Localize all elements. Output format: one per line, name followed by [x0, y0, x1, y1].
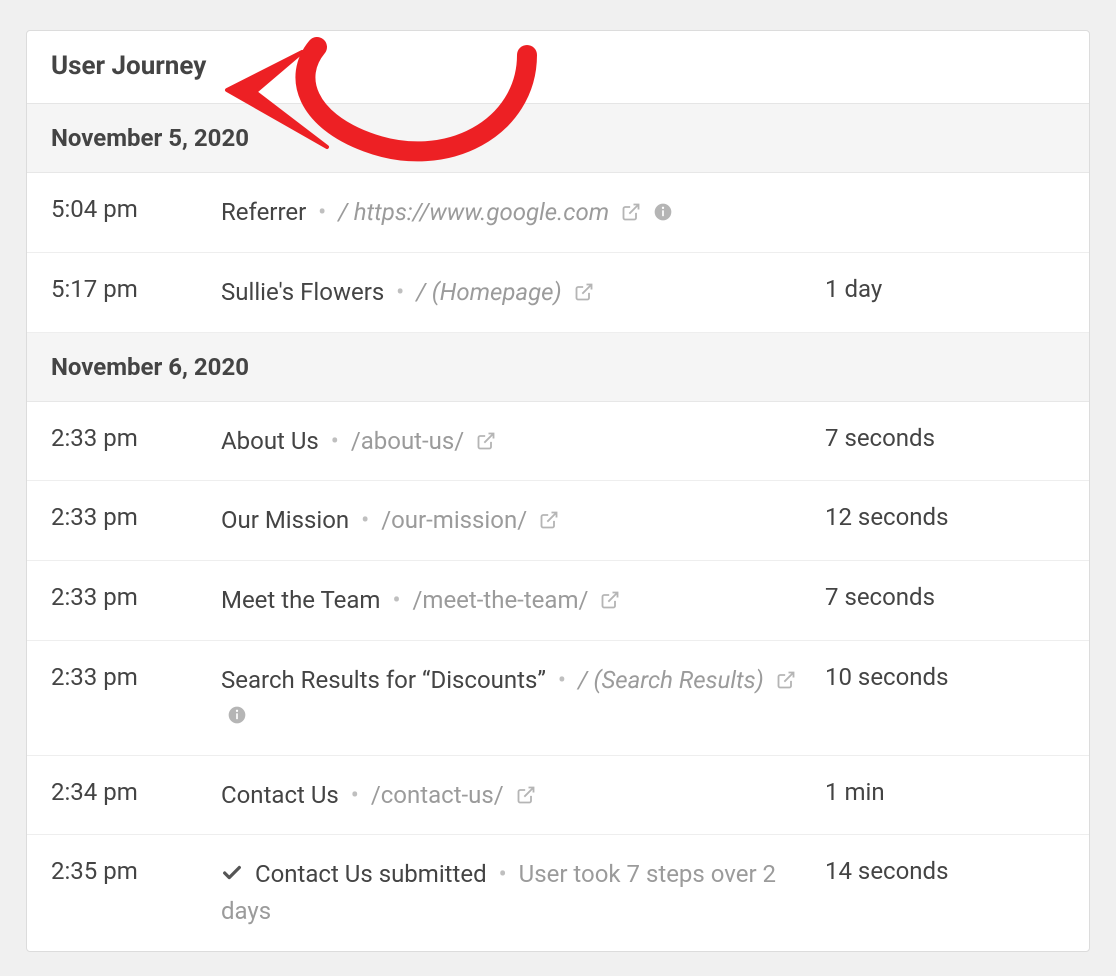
entry-duration: 1 min: [825, 778, 1065, 806]
entry-time: 5:04 pm: [51, 195, 221, 223]
journey-row: 2:33 pm About Us • /about-us/ 7 seconds: [27, 402, 1089, 482]
entry-main: Contact Us • /contact-us/: [221, 778, 825, 813]
external-link-icon[interactable]: [600, 590, 620, 610]
entry-title: Meet the Team: [221, 586, 380, 614]
info-icon[interactable]: [653, 202, 673, 222]
info-icon[interactable]: [227, 705, 247, 725]
entry-main: About Us • /about-us/: [221, 424, 825, 459]
journey-row: 2:33 pm Our Mission • /our-mission/ 12 s…: [27, 481, 1089, 561]
entry-path: / (Homepage): [416, 278, 561, 306]
entry-title: Search Results for “Discounts”: [221, 666, 546, 694]
journey-row: 2:34 pm Contact Us • /contact-us/ 1 min: [27, 756, 1089, 836]
journey-row: 2:35 pm Contact Us submitted • User took…: [27, 835, 1089, 951]
entry-title: About Us: [221, 427, 319, 455]
entry-main: Search Results for “Discounts” • / (Sear…: [221, 663, 825, 733]
entry-main: Contact Us submitted • User took 7 steps…: [221, 857, 825, 929]
entry-title: Our Mission: [221, 506, 349, 534]
entry-path: /our-mission/: [381, 506, 527, 534]
separator-dot: •: [355, 506, 375, 534]
journey-row: 2:33 pm Search Results for “Discounts” •…: [27, 641, 1089, 756]
separator-dot: •: [493, 860, 513, 888]
separator-dot: •: [390, 278, 410, 306]
entry-main: Referrer • / https://www.google.com: [221, 195, 825, 230]
entry-title: Referrer: [221, 198, 306, 226]
external-link-icon[interactable]: [621, 202, 641, 222]
entry-path: /about-us/: [351, 427, 464, 455]
journey-row: 5:04 pm Referrer • / https://www.google.…: [27, 173, 1089, 253]
separator-dot: •: [345, 781, 365, 809]
entry-path: /meet-the-team/: [413, 586, 589, 614]
entry-time: 2:33 pm: [51, 424, 221, 452]
external-link-icon[interactable]: [539, 510, 559, 530]
entry-duration: 7 seconds: [825, 583, 1065, 611]
journey-row: 5:17 pm Sullie's Flowers • / (Homepage) …: [27, 253, 1089, 333]
entry-main: Our Mission • /our-mission/: [221, 503, 825, 538]
entry-time: 5:17 pm: [51, 275, 221, 303]
entry-path: / (Search Results): [578, 666, 764, 694]
entry-main: Sullie's Flowers • / (Homepage): [221, 275, 825, 310]
entry-duration: 14 seconds: [825, 857, 1065, 885]
entry-title: Sullie's Flowers: [221, 278, 384, 306]
entry-time: 2:34 pm: [51, 778, 221, 806]
separator-dot: •: [386, 586, 406, 614]
panel-title: User Journey: [27, 31, 1089, 104]
entry-title: Contact Us: [221, 781, 339, 809]
entry-duration: 10 seconds: [825, 663, 1065, 691]
separator-dot: •: [312, 198, 332, 226]
user-journey-panel: User Journey November 5, 2020 5:04 pm Re…: [26, 30, 1090, 952]
journey-row: 2:33 pm Meet the Team • /meet-the-team/ …: [27, 561, 1089, 641]
separator-dot: •: [325, 427, 345, 455]
date-header: November 6, 2020: [27, 333, 1089, 402]
check-icon: [221, 862, 249, 890]
entry-title: Contact Us submitted: [255, 860, 487, 888]
entry-time: 2:33 pm: [51, 583, 221, 611]
entry-main: Meet the Team • /meet-the-team/: [221, 583, 825, 618]
entry-time: 2:33 pm: [51, 503, 221, 531]
external-link-icon[interactable]: [776, 670, 796, 690]
entry-path: / https://www.google.com: [338, 198, 609, 226]
entry-time: 2:33 pm: [51, 663, 221, 691]
date-header: November 5, 2020: [27, 104, 1089, 173]
entry-duration: 7 seconds: [825, 424, 1065, 452]
entry-duration: 1 day: [825, 275, 1065, 303]
entry-time: 2:35 pm: [51, 857, 221, 885]
external-link-icon[interactable]: [516, 785, 536, 805]
separator-dot: •: [552, 666, 572, 694]
external-link-icon[interactable]: [574, 282, 594, 302]
external-link-icon[interactable]: [476, 431, 496, 451]
entry-duration: 12 seconds: [825, 503, 1065, 531]
entry-path: /contact-us/: [371, 781, 504, 809]
